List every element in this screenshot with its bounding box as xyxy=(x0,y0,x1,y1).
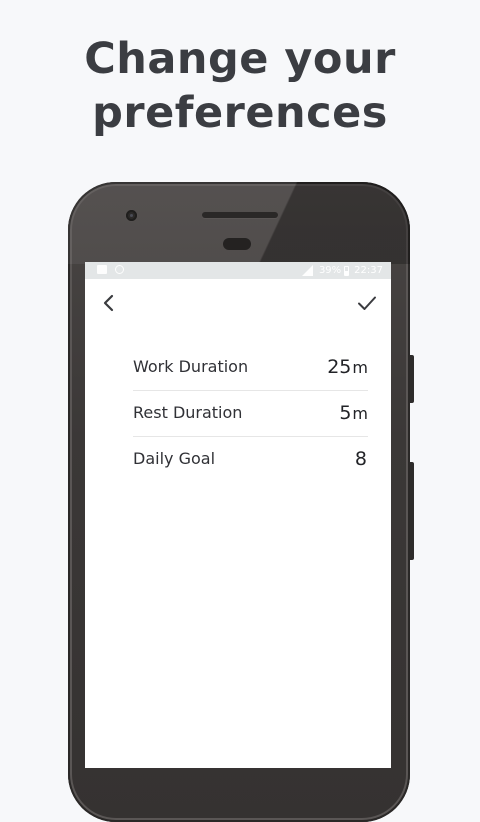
check-icon xyxy=(358,296,376,310)
status-bar-notifications xyxy=(97,265,124,274)
status-time: 22:37 xyxy=(354,265,383,276)
phone-top-sheen xyxy=(68,182,410,264)
sync-notification-icon xyxy=(115,265,124,274)
image-notification-icon xyxy=(97,265,107,274)
app-screen: 39% 22:37 Work Duration 25m Rest Duratio… xyxy=(85,262,391,768)
battery-icon xyxy=(344,265,350,276)
preference-value-number: 25 xyxy=(327,356,352,378)
preferences-list: Work Duration 25m Rest Duration 5m Daily… xyxy=(133,345,368,483)
preference-value[interactable]: 5m xyxy=(339,401,368,426)
preference-value-unit: m xyxy=(352,404,368,423)
phone-volume-button xyxy=(410,462,414,560)
preference-label: Rest Duration xyxy=(133,403,243,422)
headline-line-1: Change your xyxy=(84,34,396,84)
preference-row-daily-goal[interactable]: Daily Goal 8 xyxy=(133,437,368,483)
status-bar-system: 39% 22:37 xyxy=(301,262,383,279)
front-camera-icon xyxy=(126,210,137,221)
earpiece-speaker xyxy=(202,212,278,218)
back-button[interactable] xyxy=(95,289,123,317)
preference-label: Work Duration xyxy=(133,357,249,376)
toolbar xyxy=(85,279,391,327)
signal-icon xyxy=(301,265,313,276)
chevron-left-icon xyxy=(103,294,114,312)
preference-value[interactable]: 8 xyxy=(355,447,368,472)
proximity-sensor xyxy=(223,238,251,250)
page-headline: Change your preferences xyxy=(0,32,480,140)
headline-line-2: preferences xyxy=(92,88,388,138)
phone-power-button xyxy=(410,355,414,403)
preference-label: Daily Goal xyxy=(133,449,216,468)
preference-row-rest-duration[interactable]: Rest Duration 5m xyxy=(133,391,368,437)
battery-percent: 39% xyxy=(318,265,342,276)
preference-value-unit: m xyxy=(352,358,368,377)
preference-value-number: 8 xyxy=(354,448,367,470)
preference-row-work-duration[interactable]: Work Duration 25m xyxy=(133,345,368,391)
preference-value[interactable]: 25m xyxy=(327,355,368,380)
status-bar: 39% 22:37 xyxy=(85,262,391,279)
preference-value-number: 5 xyxy=(339,402,352,424)
confirm-button[interactable] xyxy=(353,289,381,317)
